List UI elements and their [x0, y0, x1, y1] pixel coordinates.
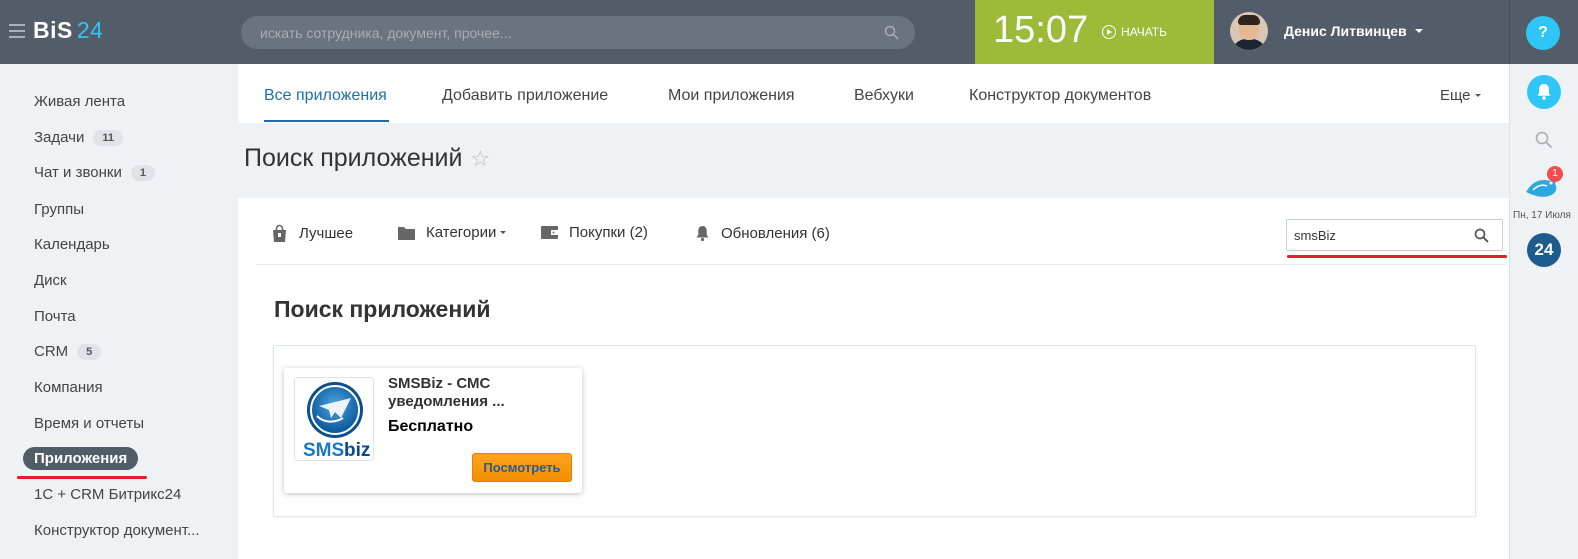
- tab-all-apps[interactable]: Все приложения: [264, 87, 387, 105]
- marketplace-subnav: Лучшее Категории Покупки (2) Обновления …: [256, 198, 1507, 265]
- sidebar-item-time-reports[interactable]: Время и отчеты: [34, 415, 144, 432]
- main-content: Все приложения Добавить приложение Мои п…: [238, 64, 1509, 559]
- help-area: ?: [1509, 0, 1578, 64]
- search-icon[interactable]: [884, 25, 899, 40]
- tabs-bar: Все приложения Добавить приложение Мои п…: [238, 64, 1509, 123]
- view-button[interactable]: Посмотреть: [472, 453, 572, 482]
- start-workday-button[interactable]: НАЧАТЬ: [1102, 25, 1167, 39]
- tab-my-apps[interactable]: Мои приложения: [668, 87, 795, 105]
- sidebar-item-groups[interactable]: Группы: [34, 201, 84, 218]
- purchases-link[interactable]: Покупки (2): [540, 224, 648, 241]
- app-price: Бесплатно: [388, 418, 474, 435]
- chevron-down-icon: [1414, 29, 1423, 33]
- active-tab-indicator: [264, 120, 389, 122]
- sidebar-item-tasks[interactable]: Задачи 11: [34, 129, 124, 146]
- sidebar-item-crm[interactable]: CRM 5: [34, 343, 102, 360]
- sidebar-item-chat[interactable]: Чат и звонки 1: [34, 164, 155, 181]
- menu-icon[interactable]: [9, 24, 25, 38]
- workday-timer: 15:07 НАЧАТЬ: [975, 0, 1214, 64]
- tab-webhooks[interactable]: Вебхуки: [854, 87, 914, 105]
- page-title: Поиск приложений ☆: [244, 144, 491, 172]
- current-time: 15:07: [993, 9, 1089, 51]
- global-search-input[interactable]: [241, 16, 915, 49]
- notification-count-badge: 1: [1547, 166, 1563, 182]
- play-icon: [1102, 25, 1116, 39]
- sidebar-item-calendar[interactable]: Календарь: [34, 236, 110, 253]
- updates-link[interactable]: Обновления (6): [694, 224, 830, 242]
- star-icon[interactable]: ☆: [470, 146, 490, 172]
- start-label: НАЧАТЬ: [1121, 25, 1168, 39]
- help-button[interactable]: ?: [1526, 16, 1560, 50]
- search-icon[interactable]: [1535, 131, 1553, 149]
- app-card[interactable]: SMS biz SMSBiz - СМС уведомления ... Бес…: [284, 368, 582, 493]
- counter-badge: 11: [93, 129, 124, 146]
- user-menu[interactable]: Денис Литвинцев: [1230, 12, 1423, 50]
- results-title: Поиск приложений: [274, 296, 491, 322]
- best-link[interactable]: Лучшее: [270, 224, 353, 243]
- bell-icon: [696, 226, 709, 242]
- avatar: [1230, 12, 1268, 50]
- app-name[interactable]: SMSBiz - СМС уведомления ...: [388, 375, 573, 411]
- highlight-underline: [1287, 255, 1507, 258]
- marketplace-panel: Лучшее Категории Покупки (2) Обновления …: [238, 198, 1509, 559]
- folder-icon: [398, 227, 415, 240]
- app-search[interactable]: [1286, 219, 1503, 251]
- counter-badge: 5: [77, 343, 102, 360]
- right-sidebar: 1 Пн, 17 Июля 24: [1509, 64, 1578, 559]
- counter-badge: 1: [130, 164, 155, 181]
- sidebar-item-mail[interactable]: Почта: [34, 308, 76, 325]
- sidebar-item-feed[interactable]: Живая лента: [34, 93, 125, 110]
- more-button[interactable]: Еще: [1440, 87, 1481, 104]
- bag-icon: [273, 224, 286, 242]
- sidebar-item-doc-constructor[interactable]: Конструктор документ...: [34, 522, 200, 539]
- tab-add-app[interactable]: Добавить приложение: [442, 87, 608, 105]
- highlight-underline: [17, 476, 147, 479]
- sidebar-item-disk[interactable]: Диск: [34, 272, 67, 289]
- svg-text:SMS: SMS: [303, 440, 344, 461]
- bitrix24-button[interactable]: 24: [1527, 233, 1561, 267]
- sidebar-item-applications[interactable]: Приложения: [23, 447, 139, 470]
- results-list: SMS biz SMSBiz - СМС уведомления ... Бес…: [273, 345, 1476, 517]
- notifications-button[interactable]: [1527, 75, 1561, 109]
- date-label: Пн, 17 Июля: [1513, 210, 1571, 221]
- sidebar-item-1c-crm[interactable]: 1С + CRM Битрикс24: [34, 486, 181, 503]
- user-name: Денис Литвинцев: [1284, 23, 1407, 39]
- chevron-down-icon: [1474, 94, 1481, 97]
- sidebar-item-company[interactable]: Компания: [34, 379, 103, 396]
- top-header: BiS24 15:07 НАЧАТЬ Денис Литвинцев: [0, 0, 1578, 64]
- svg-text:biz: biz: [344, 440, 370, 461]
- wallet-icon: [541, 226, 558, 239]
- categories-dropdown[interactable]: Категории: [397, 224, 507, 241]
- left-sidebar: Живая лента Задачи 11 Чат и звонки 1 Групп…: [0, 64, 238, 559]
- global-search[interactable]: [241, 16, 915, 49]
- app-logo[interactable]: SMS biz: [294, 377, 374, 461]
- bell-icon: [1537, 84, 1551, 100]
- chevron-down-icon: [500, 231, 507, 234]
- logo[interactable]: BiS 24: [33, 17, 103, 44]
- tab-doc-constructor[interactable]: Конструктор документов: [969, 87, 1151, 105]
- search-icon[interactable]: [1474, 228, 1489, 243]
- app-search-input[interactable]: [1287, 220, 1502, 250]
